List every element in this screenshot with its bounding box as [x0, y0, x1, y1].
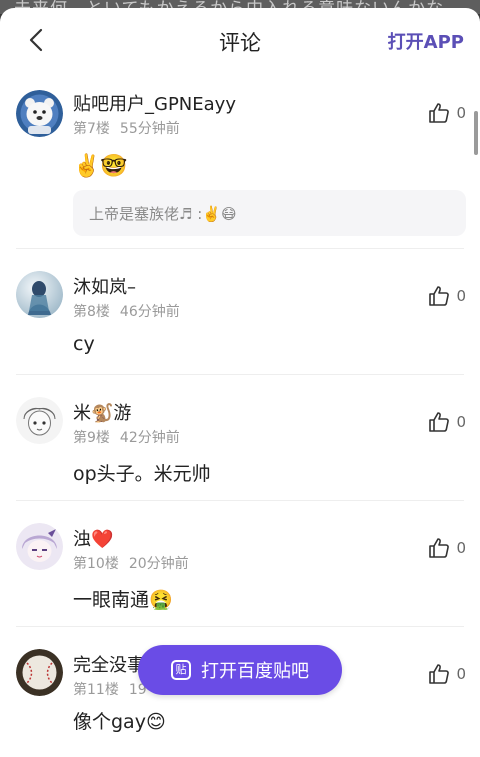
- comment-content: op头子。米元帅: [73, 463, 211, 485]
- like-button[interactable]: 0: [428, 663, 466, 685]
- comment-content: 像个gay😊: [73, 711, 166, 733]
- thumbs-up-icon: [429, 412, 450, 432]
- comment-content: 一眼南通🤮: [73, 589, 173, 611]
- comment-item: 贴吧用户_GPNEayy 第7楼 55分钟前 0 ✌️🤓 上帝是塞族佬♬ :✌️😷: [16, 72, 466, 249]
- comment-time: 20分钟前: [128, 556, 189, 572]
- header: 评论 打开APP: [0, 8, 480, 72]
- like-count: 0: [456, 665, 466, 683]
- comment-content: ✌️🤓: [73, 154, 128, 179]
- like-count: 0: [456, 413, 466, 431]
- comments-sheet: 评论 打开APP 贴吧用户_GPNEayy 第7楼 55分钟前 0 ✌️🤓 上帝…: [0, 8, 480, 757]
- floor-number: 第9楼: [73, 430, 110, 446]
- quoted-reply[interactable]: 上帝是塞族佬♬ :✌️😷: [73, 190, 466, 236]
- like-count: 0: [456, 287, 466, 305]
- thumbs-up-icon: [429, 664, 450, 684]
- floor-number: 第7楼: [73, 121, 110, 137]
- comment-time: 46分钟前: [119, 304, 180, 320]
- like-count: 0: [456, 539, 466, 557]
- avatar[interactable]: [16, 397, 63, 444]
- like-button[interactable]: 0: [428, 285, 466, 307]
- username[interactable]: 沐如岚–: [73, 273, 136, 299]
- comment-item: 浊❤️ 第10楼 20分钟前 0 一眼南通🤮: [16, 501, 466, 627]
- avatar-figure-image: [16, 271, 63, 318]
- thumbs-up-icon: [429, 538, 450, 558]
- like-button[interactable]: 0: [428, 102, 466, 124]
- floor-number: 第8楼: [73, 304, 110, 320]
- avatar[interactable]: [16, 90, 63, 137]
- comment-content: cy: [73, 333, 95, 355]
- username[interactable]: 米🐒游: [73, 399, 131, 425]
- comment-meta: 第8楼 46分钟前: [73, 301, 180, 321]
- avatar-sketch-image: [16, 397, 63, 444]
- avatar[interactable]: [16, 649, 63, 696]
- avatar[interactable]: [16, 523, 63, 570]
- open-tieba-button[interactable]: 贴 打开百度贴吧: [138, 645, 342, 695]
- username[interactable]: 贴吧用户_GPNEayy: [73, 90, 236, 116]
- like-button[interactable]: 0: [428, 411, 466, 433]
- tieba-logo-icon: 贴: [171, 660, 191, 680]
- open-app-button[interactable]: 打开APP: [388, 28, 464, 54]
- thumbs-up-icon: [429, 103, 450, 123]
- scrollbar[interactable]: [474, 111, 478, 155]
- floor-number: 第11楼: [73, 682, 119, 698]
- comment-meta: 第10楼 20分钟前: [73, 553, 189, 573]
- open-tieba-label: 打开百度贴吧: [201, 661, 309, 682]
- comment-meta: 第11楼 19: [73, 679, 147, 699]
- avatar[interactable]: [16, 271, 63, 318]
- quoted-reply-text: 上帝是塞族佬♬ :✌️😷: [89, 205, 237, 223]
- username[interactable]: 完全没事: [73, 651, 145, 677]
- like-button[interactable]: 0: [428, 537, 466, 559]
- comment-time: 42分钟前: [119, 430, 180, 446]
- comment-time: 55分钟前: [119, 121, 180, 137]
- comment-item: 米🐒游 第9楼 42分钟前 0 op头子。米元帅: [16, 375, 466, 501]
- floor-number: 第10楼: [73, 556, 119, 572]
- username[interactable]: 浊❤️: [73, 525, 113, 551]
- avatar-anime-image: [16, 523, 63, 570]
- avatar-baseball-image: [16, 649, 63, 696]
- comment-meta: 第7楼 55分钟前: [73, 118, 180, 138]
- comment-meta: 第9楼 42分钟前: [73, 427, 180, 447]
- like-count: 0: [456, 104, 466, 122]
- avatar-bear-image: [16, 90, 63, 137]
- thumbs-up-icon: [429, 286, 450, 306]
- comment-item: 沐如岚– 第8楼 46分钟前 0 cy: [16, 249, 466, 375]
